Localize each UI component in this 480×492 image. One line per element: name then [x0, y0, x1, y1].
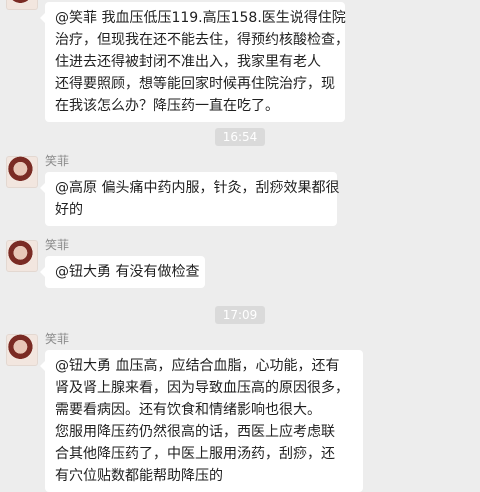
message-line: 还得要照顾，想等能回家时候再住院治疗，现	[55, 76, 335, 92]
chat-history[interactable]: @笑菲 我血压低压119.高压158.医生说得住院 治疗，但现我在还不能去住，得…	[0, 0, 480, 492]
message-line: 您服用降压药仍然很高的话，西医上应考虑联	[55, 424, 335, 440]
message-line: 好的	[55, 202, 83, 218]
message-line: 有穴位贴数都能帮助降压的	[55, 468, 223, 484]
message-line: 需要看病因。还有饮食和情绪影响也很大。	[55, 402, 321, 418]
avatar[interactable]	[6, 240, 38, 272]
sender-name: 笑菲	[45, 238, 70, 252]
message-bubble[interactable]: @钮大勇 有没有做检查	[40, 256, 205, 288]
message-line: 肾及肾上腺来看，因为导致血压高的原因很多，	[55, 380, 349, 396]
timestamp: 17:09	[214, 306, 266, 324]
message-line: @钮大勇 有没有做检查	[55, 264, 200, 280]
message-line: @钮大勇 血压高，应结合血脂，心功能，还有	[55, 358, 340, 374]
time-separator: 17:09	[0, 304, 480, 324]
message-line: 合其他降压药了，中医上服用汤药，刮痧，还	[55, 446, 335, 462]
avatar[interactable]	[6, 334, 38, 366]
message-line: 治疗，但现我在还不能去住，得预约核酸检查，	[55, 32, 349, 48]
time-separator: 16:54	[0, 126, 480, 146]
message-bubble[interactable]: @钮大勇 血压高，应结合血脂，心功能，还有 肾及肾上腺来看，因为导致血压高的原因…	[40, 350, 363, 492]
sender-name: 笑菲	[45, 154, 70, 168]
message-line: 在我该怎么办？降压药一直在吃了。	[55, 98, 279, 114]
avatar[interactable]	[6, 156, 38, 188]
message-line: @高原 偏头痛中药内服，针灸，刮痧效果都很	[55, 180, 340, 196]
message-bubble[interactable]: @高原 偏头痛中药内服，针灸，刮痧效果都很 好的	[40, 172, 340, 226]
message-line: @笑菲 我血压低压119.高压158.医生说得住院	[55, 10, 346, 26]
avatar[interactable]	[6, 0, 38, 10]
timestamp: 16:54	[214, 128, 266, 146]
message-bubble[interactable]: @笑菲 我血压低压119.高压158.医生说得住院 治疗，但现我在还不能去住，得…	[40, 2, 349, 122]
message-line: 住进去还得被封闭不准出入，我家里有老人	[55, 54, 321, 70]
sender-name: 笑菲	[45, 332, 70, 346]
